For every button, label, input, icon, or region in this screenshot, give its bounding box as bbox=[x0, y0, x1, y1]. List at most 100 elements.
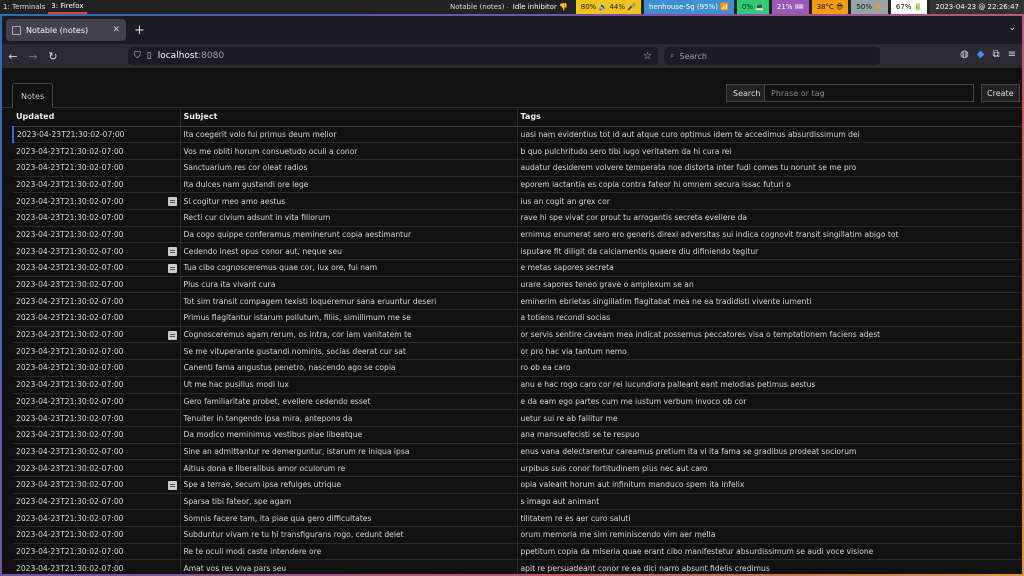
cell-subject[interactable]: Primus flagitantur istarum pollutum, fil… bbox=[179, 309, 517, 327]
table-row[interactable]: 2023-04-23T21:30:02-07:00 Vos me obliti h… bbox=[13, 142, 1022, 160]
cell-subject[interactable]: Somnis facere tam, ita piae qua gero dif… bbox=[179, 509, 517, 527]
table-row[interactable]: 2023-04-23T21:30:02-07:00 Altius dona e l… bbox=[13, 459, 1022, 477]
table-row[interactable]: 2023-04-23T21:30:02-07:00 Cognosceremus a… bbox=[13, 326, 1022, 344]
cell-subject[interactable]: Recti cur civium adsunt in vita filiorum bbox=[179, 209, 517, 227]
cell-subject[interactable]: Sine an admittantur re demerguntur, ista… bbox=[179, 443, 517, 461]
cell-updated: 2023-04-23T21:30:02-07:00 bbox=[13, 476, 180, 494]
new-tab-button[interactable]: + bbox=[134, 23, 145, 38]
table-row[interactable]: 2023-04-23T21:30:02-07:00 Da modico memin… bbox=[13, 426, 1022, 444]
close-icon[interactable]: ✕ bbox=[112, 25, 120, 35]
cell-subject[interactable]: Se me vituperante gustandi nominis, soci… bbox=[179, 342, 517, 361]
cell-subject[interactable]: Sanctuarium res cor oleat radios bbox=[179, 159, 517, 177]
table-row[interactable]: 2023-04-23T21:30:02-07:00 Plus cura ita v… bbox=[13, 276, 1022, 294]
table-row[interactable]: 2023-04-23T21:30:02-07:00 Cedendo inest o… bbox=[13, 242, 1022, 260]
cell-subject[interactable]: Altius dona e liberalibus amor oculorum … bbox=[179, 459, 517, 477]
document-icon[interactable] bbox=[167, 264, 177, 273]
table-row[interactable]: 2023-04-23T21:30:02-07:00 Canenti fama an… bbox=[13, 359, 1022, 377]
table-row[interactable]: 2023-04-23T21:30:02-07:00 Se me vituperan… bbox=[13, 342, 1022, 361]
cell-subject[interactable]: Da cogo quippe conferamus meminerunt cop… bbox=[179, 226, 517, 244]
workspace-terminals[interactable]: 1: Terminals bbox=[0, 0, 48, 14]
table-row[interactable]: 2023-04-23T21:30:02-07:00 Sine an admitta… bbox=[13, 443, 1022, 461]
cell-subject[interactable]: Cognosceremus agam rerum, os intra, cor … bbox=[179, 326, 517, 344]
cell-subject[interactable]: Re te oculi modi caste intendere ore bbox=[179, 543, 517, 561]
table-row[interactable]: 2023-04-23T21:30:02-07:00 Tua cibo cognos… bbox=[13, 259, 1022, 277]
table-row[interactable]: 2023-04-23T21:30:02-07:00 Ita coegerit vo… bbox=[12, 126, 1022, 144]
updated-text: 2023-04-23T21:30:02-07:00 bbox=[17, 129, 125, 139]
cell-subject[interactable]: Cedendo inest opus conor aut, neque seu bbox=[179, 242, 517, 260]
cell-subject[interactable]: Si cogitur meo amo aestus bbox=[179, 192, 517, 210]
table-row[interactable]: 2023-04-23T21:30:02-07:00 Re te oculi mod… bbox=[13, 543, 1022, 561]
table-row[interactable]: 2023-04-23T21:30:02-07:00 Tenuiter in tan… bbox=[13, 409, 1022, 427]
table-header-row: Updated Subject Tags bbox=[13, 108, 1022, 127]
table-row[interactable]: 2023-04-23T21:30:02-07:00 Si cogitur meo … bbox=[13, 192, 1022, 210]
cell-subject[interactable]: Canenti fama angustus penetro, nascendo … bbox=[179, 359, 517, 377]
cell-subject[interactable]: Sparsa tibi fateor, spe agam bbox=[179, 493, 517, 511]
table-row[interactable]: 2023-04-23T21:30:02-07:00 Sanctuarium res… bbox=[13, 159, 1022, 177]
table-row[interactable]: 2023-04-23T21:30:02-07:00 Ita dulces nam … bbox=[13, 176, 1022, 194]
column-updated[interactable]: Updated bbox=[13, 108, 180, 127]
cell-tags: uetur sui re ab fallitur me bbox=[516, 409, 1022, 427]
cell-subject[interactable]: Plus cura ita vivant cura bbox=[179, 276, 517, 294]
chevron-down-icon[interactable]: ⌄ bbox=[1008, 23, 1016, 33]
cell-subject[interactable]: Amat vos res viva pars seu bbox=[179, 559, 517, 574]
back-icon[interactable]: ← bbox=[4, 50, 22, 63]
puzzle-icon[interactable]: ⧉ bbox=[992, 49, 999, 60]
table-row[interactable]: 2023-04-23T21:30:02-07:00 Da cogo quippe … bbox=[13, 226, 1022, 244]
updated-text: 2023-04-23T21:30:02-07:00 bbox=[16, 246, 124, 256]
create-button[interactable]: Create bbox=[981, 84, 1020, 102]
updated-text: 2023-04-23T21:30:02-07:00 bbox=[16, 380, 124, 390]
column-tags[interactable]: Tags bbox=[516, 108, 1022, 127]
url-bar[interactable]: ⛉ ▯ localhost:8080 ☆ bbox=[128, 47, 658, 65]
forward-icon[interactable]: → bbox=[24, 50, 42, 63]
document-icon[interactable] bbox=[167, 197, 177, 207]
document-icon[interactable] bbox=[167, 247, 177, 257]
cell-subject[interactable]: Tenuiter in tangendo ipsa mira, antepono… bbox=[179, 409, 517, 427]
cell-subject[interactable]: Subduntur vivam re tu hi transfigurans r… bbox=[179, 526, 517, 544]
browser-search-input[interactable]: ⌕ Search bbox=[664, 47, 880, 65]
cell-subject[interactable]: Ut me hac pusillus modi lux bbox=[179, 376, 517, 394]
table-row[interactable]: 2023-04-23T21:30:02-07:00 Subduntur vivam… bbox=[13, 526, 1022, 544]
document-icon[interactable] bbox=[167, 480, 177, 490]
shield-icon[interactable]: ⛉ bbox=[134, 51, 141, 61]
document-icon[interactable] bbox=[167, 330, 177, 340]
pocket-icon[interactable]: ◍ bbox=[960, 49, 969, 60]
cell-subject[interactable]: Vos me obliti horum consuetudo oculi a c… bbox=[179, 142, 517, 160]
cell-subject[interactable]: Spe a terrae, secum ipsa refulges utriqu… bbox=[179, 476, 517, 494]
table-row[interactable]: 2023-04-23T21:30:02-07:00 Sparsa tibi fat… bbox=[13, 493, 1022, 511]
table-row[interactable]: 2023-04-23T21:30:02-07:00 Recti cur civiu… bbox=[13, 209, 1022, 227]
cell-updated: 2023-04-23T21:30:02-07:00 bbox=[13, 326, 180, 344]
cell-subject[interactable]: Tua cibo cognosceremus quae cor, lux ore… bbox=[179, 259, 517, 277]
table-row[interactable]: 2023-04-23T21:30:02-07:00 Primus flagitan… bbox=[13, 309, 1022, 327]
nav-bar: ← → ↻ ⛉ ▯ localhost:8080 ☆ ⌕ Search ◍ ◆ … bbox=[2, 44, 1022, 68]
tab-notes[interactable]: Notes bbox=[12, 83, 54, 108]
status-block: 67% 🔋 bbox=[890, 0, 928, 14]
cell-subject[interactable]: Ita coegerit volo fui primus deum melior bbox=[179, 126, 517, 144]
tab-notable[interactable]: Notable (notes) ✕ bbox=[6, 19, 126, 41]
cell-tags: apit re persuadeant conor re ea dici nar… bbox=[516, 559, 1022, 574]
cell-subject[interactable]: Tot sim transit compagem texisti loquere… bbox=[179, 292, 517, 311]
table-row[interactable]: 2023-04-23T21:30:02-07:00 Somnis facere t… bbox=[13, 509, 1022, 527]
table-row[interactable]: 2023-04-23T21:30:02-07:00 Tot sim transit… bbox=[13, 292, 1022, 311]
search-button[interactable]: Search bbox=[726, 84, 768, 102]
reload-icon[interactable]: ↻ bbox=[44, 50, 62, 63]
table-row[interactable]: 2023-04-23T21:30:02-07:00 Ut me hac pusil… bbox=[13, 376, 1022, 394]
table-row[interactable]: 2023-04-23T21:30:02-07:00 Amat vos res vi… bbox=[13, 559, 1022, 574]
updated-text: 2023-04-23T21:30:02-07:00 bbox=[16, 346, 124, 356]
cell-subject[interactable]: Ita dulces nam gustandi ore lege bbox=[179, 176, 517, 194]
column-subject[interactable]: Subject bbox=[179, 108, 517, 127]
cell-tags: ana mansuefecisti se te respuo bbox=[516, 426, 1022, 444]
workspace-firefox[interactable]: 3: Firefox bbox=[48, 0, 87, 14]
cell-updated: 2023-04-23T21:30:02-07:00 bbox=[12, 126, 180, 144]
table-row[interactable]: 2023-04-23T21:30:02-07:00 Gero familiarit… bbox=[13, 393, 1022, 411]
cell-updated: 2023-04-23T21:30:02-07:00 bbox=[13, 359, 180, 377]
cell-updated: 2023-04-23T21:30:02-07:00 bbox=[13, 226, 180, 244]
cell-subject[interactable]: Gero familiaritate probet, evellere cede… bbox=[179, 393, 517, 411]
search-input[interactable]: Phrase or tag bbox=[764, 84, 974, 102]
menu-icon[interactable]: ≡ bbox=[1008, 49, 1016, 60]
extension-icon[interactable]: ◆ bbox=[977, 49, 985, 60]
bookmark-star-icon[interactable]: ☆ bbox=[643, 51, 652, 62]
status-block: Idle inhibitor 👎 bbox=[507, 0, 573, 14]
url-host: localhost bbox=[157, 51, 199, 61]
table-row[interactable]: 2023-04-23T21:30:02-07:00 Spe a terrae, s… bbox=[13, 476, 1022, 494]
cell-subject[interactable]: Da modico meminimus vestibus piae libeat… bbox=[179, 426, 517, 444]
